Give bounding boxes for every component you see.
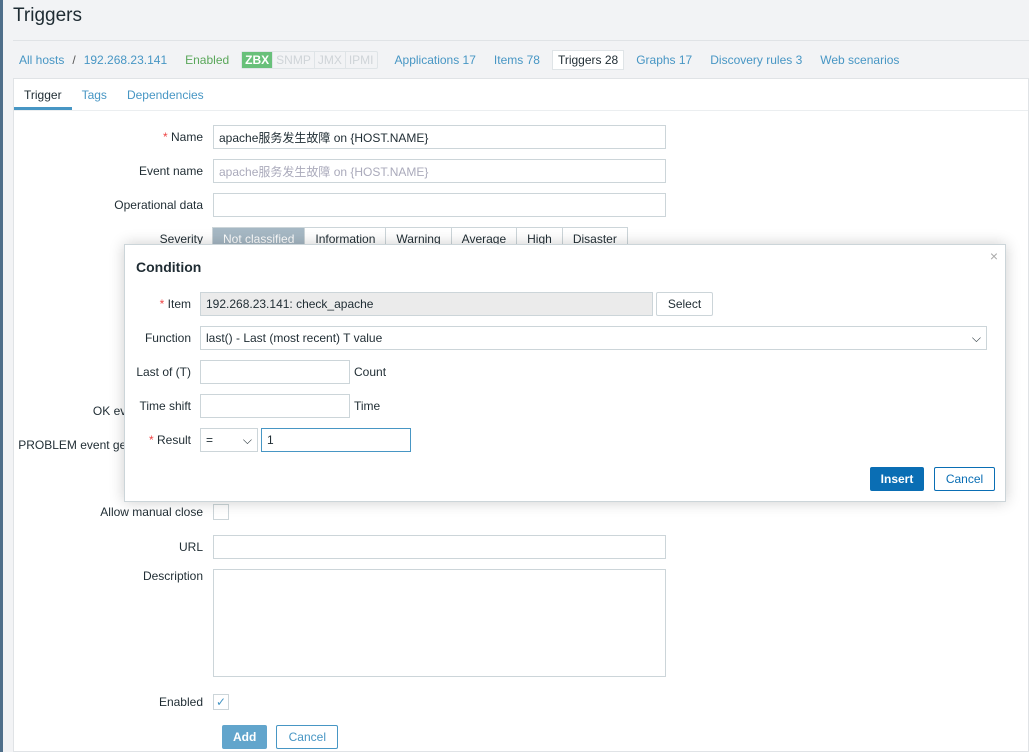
discovery-rules-link[interactable]: Discovery rules 3: [710, 53, 802, 67]
web-scenarios-link[interactable]: Web scenarios: [820, 53, 899, 67]
select-button[interactable]: Select: [656, 292, 713, 316]
badge-ipmi: IPMI: [344, 51, 377, 68]
enabled-checkbox[interactable]: ✓: [213, 694, 229, 710]
description-label: Description: [142, 569, 203, 583]
manual-close-label: Allow manual close: [100, 505, 203, 519]
condition-dialog: Condition × * Item 192.268.23.141: check…: [124, 244, 1006, 502]
badge-zbx: ZBX: [242, 51, 273, 68]
manual-close-checkbox[interactable]: [213, 504, 229, 520]
last-of-input[interactable]: [200, 360, 350, 384]
count-label: Count: [354, 365, 387, 379]
tab-dependencies[interactable]: Dependencies: [117, 79, 214, 110]
result-label: * Result: [148, 433, 191, 447]
url-input[interactable]: [213, 535, 666, 559]
name-label: * Name: [162, 130, 203, 144]
left-edge: [0, 0, 3, 752]
item-input: 192.268.23.141: check_apache: [200, 292, 653, 316]
dialog-title: Condition: [136, 259, 202, 275]
item-label: * Item: [159, 297, 191, 311]
badge-jmx: JMX: [313, 51, 345, 68]
enabled-label: Enabled: [158, 695, 203, 709]
badge-snmp: SNMP: [272, 51, 314, 68]
form-tabs: Trigger Tags Dependencies: [14, 79, 1028, 111]
last-of-label: Last of (T): [136, 365, 191, 379]
time-label: Time: [354, 399, 381, 413]
opdata-input[interactable]: [213, 193, 666, 217]
breadcrumb-separator: /: [72, 52, 76, 67]
description-textarea[interactable]: [213, 569, 666, 677]
page-title: Triggers: [13, 5, 82, 26]
applications-link[interactable]: Applications 17: [395, 53, 476, 67]
all-hosts-link[interactable]: All hosts: [19, 53, 64, 67]
time-shift-input[interactable]: [200, 394, 350, 418]
host-link[interactable]: 192.268.23.141: [84, 53, 167, 67]
triggers-link[interactable]: Triggers 28: [551, 49, 625, 70]
add-button[interactable]: Add: [222, 725, 268, 749]
event-name-input[interactable]: apache服务发生故障 on {HOST.NAME}: [213, 159, 666, 183]
host-nav: All hosts / 192.268.23.141 Enabled ZBX S…: [13, 40, 1029, 78]
status-enabled[interactable]: Enabled: [185, 53, 229, 67]
event-name-label: Event name: [138, 164, 203, 178]
items-link[interactable]: Items 78: [494, 53, 540, 67]
availability-badges: ZBX SNMP JMX IPMI: [241, 50, 378, 69]
close-icon[interactable]: ×: [990, 248, 998, 264]
function-select[interactable]: last() - Last (most recent) T value ⌵: [200, 326, 987, 350]
tab-tags[interactable]: Tags: [72, 79, 117, 110]
name-input[interactable]: apache服务发生故障 on {HOST.NAME}: [213, 125, 666, 149]
result-operator-select[interactable]: = ⌵: [200, 428, 258, 452]
result-value-input[interactable]: 1: [261, 428, 411, 452]
chevron-down-icon: ⌵: [971, 330, 981, 345]
url-label: URL: [178, 540, 203, 554]
cancel-button[interactable]: Cancel: [276, 725, 339, 749]
chevron-down-icon: ⌵: [242, 432, 252, 447]
graphs-link[interactable]: Graphs 17: [636, 53, 692, 67]
tab-trigger[interactable]: Trigger: [14, 79, 72, 110]
time-shift-label: Time shift: [139, 399, 191, 413]
dialog-cancel-button[interactable]: Cancel: [934, 467, 995, 491]
opdata-label: Operational data: [114, 198, 203, 212]
insert-button[interactable]: Insert: [870, 467, 924, 491]
function-label: Function: [144, 331, 191, 345]
